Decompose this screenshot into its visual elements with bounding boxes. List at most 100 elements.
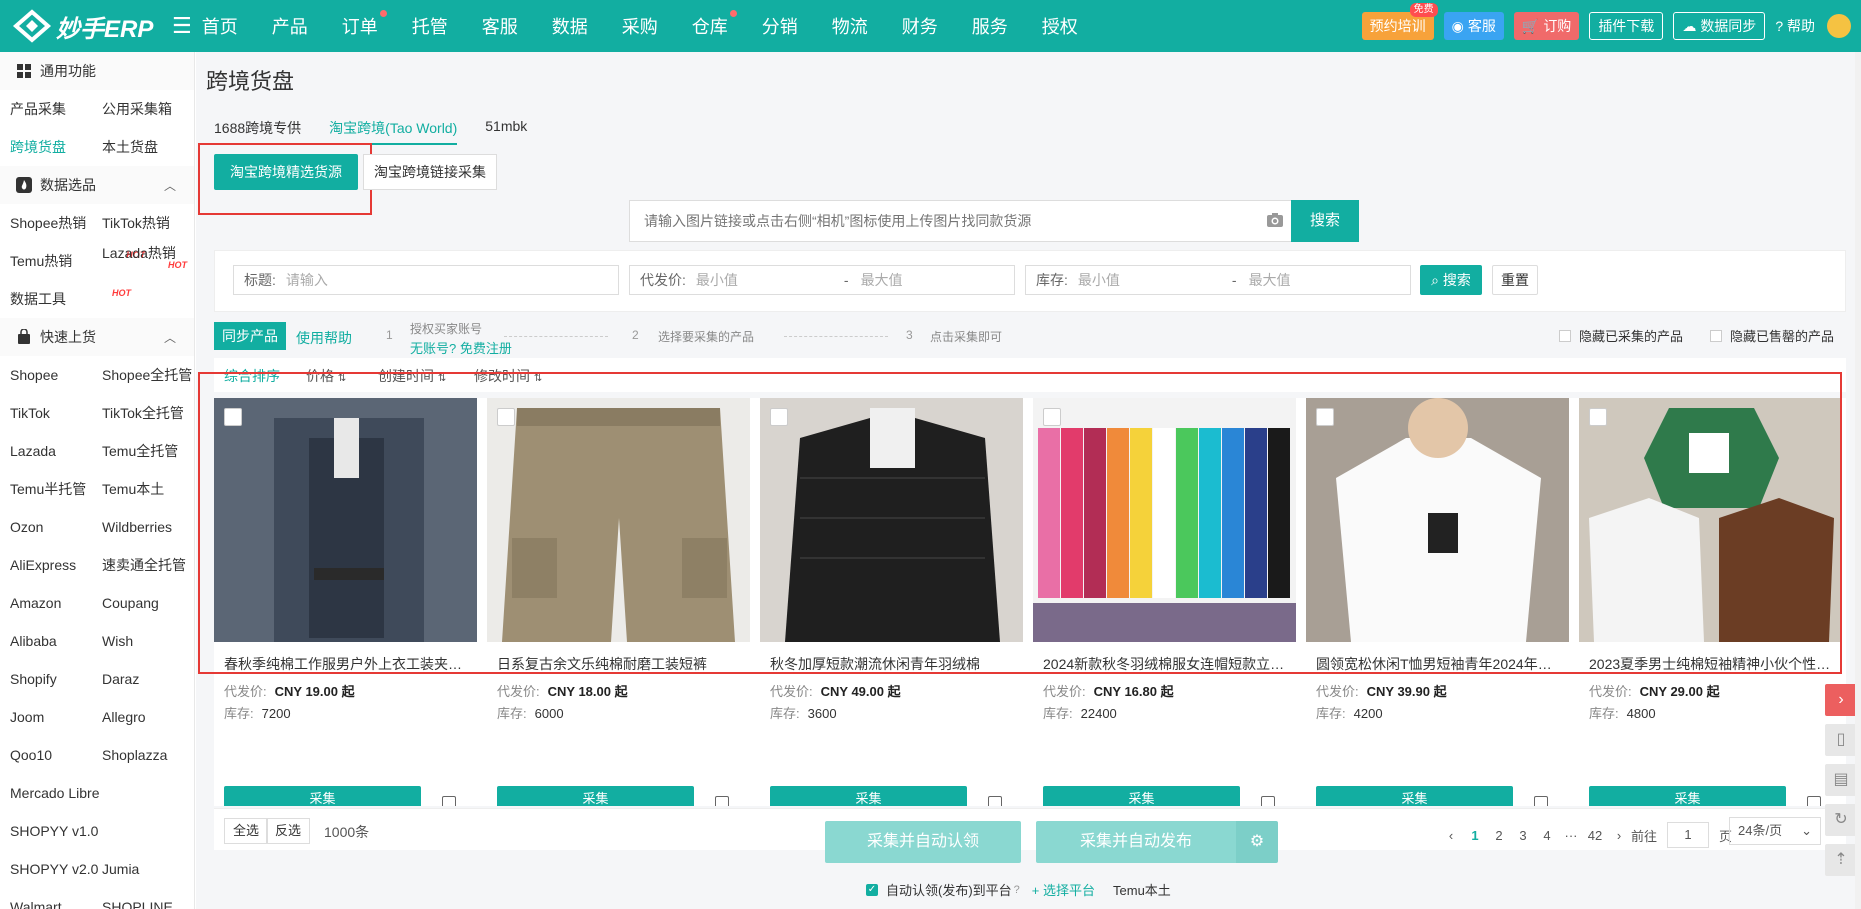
nav-data[interactable]: 数据 (552, 13, 622, 39)
collect-button[interactable]: 采集 (1316, 786, 1513, 806)
nav-authorize[interactable]: 授权 (1042, 13, 1112, 39)
sidebar-item-platform[interactable]: Wish (102, 633, 194, 649)
nav-finance[interactable]: 财务 (902, 13, 972, 39)
sidebar-item-platform[interactable]: 速卖通全托管 (102, 555, 194, 575)
edit-icon[interactable] (988, 796, 1002, 806)
sidebar-item-platform[interactable]: Coupang (102, 595, 194, 611)
sidebar-item-platform[interactable]: Shopee (10, 367, 102, 383)
sidebar-item-platform[interactable]: Shopee全托管 (102, 365, 194, 385)
image-search-button[interactable]: 搜索 (1291, 200, 1359, 242)
collect-button[interactable]: 采集 (770, 786, 967, 806)
sidebar-section-common[interactable]: 通用功能 (0, 52, 194, 90)
sidebar-item-platform[interactable]: TikTok全托管 (102, 403, 194, 423)
camera-icon[interactable] (1266, 212, 1284, 228)
goto-page-input[interactable]: 1 (1667, 822, 1710, 848)
tab-1688[interactable]: 1688跨境专供 (214, 118, 301, 145)
prev-page-icon[interactable]: ‹ (1439, 828, 1463, 843)
filter-search-button[interactable]: ⌕ 搜索 (1420, 265, 1482, 295)
scrollbar[interactable] (1855, 52, 1861, 909)
usage-help-link[interactable]: 使用帮助 (296, 328, 352, 348)
sidebar-item-platform[interactable]: Lazada (10, 443, 102, 459)
page-button[interactable]: 2 (1487, 828, 1511, 843)
page-size-select[interactable]: 24条/页 ⌄ (1729, 817, 1821, 845)
nav-warehouse[interactable]: 仓库 (692, 10, 762, 39)
sidebar-item-product-collect[interactable]: 产品采集 (10, 99, 102, 119)
select-platform-link[interactable]: + 选择平台 (1032, 880, 1095, 899)
tab-taobao[interactable]: 淘宝跨境(Tao World) (329, 118, 458, 145)
sidebar-item-data-tools[interactable]: 数据工具 HOT (10, 288, 131, 309)
register-link[interactable]: 无账号? 免费注册 (410, 338, 512, 357)
sidebar-item-platform[interactable]: Daraz (102, 671, 194, 687)
edit-icon[interactable] (715, 796, 729, 806)
sidebar-item-public-box[interactable]: 公用采集箱 (102, 99, 194, 119)
help-link[interactable]: ? 帮助 (1775, 16, 1815, 36)
nav-order[interactable]: 订单 (342, 10, 412, 39)
sidebar-item-platform[interactable]: Jumia (102, 861, 194, 877)
sidebar-item-shopee-hot[interactable]: Shopee热销 (10, 213, 102, 233)
collect-button[interactable]: 采集 (224, 786, 421, 806)
invert-selection-button[interactable]: 反选 (266, 818, 311, 844)
price-min-input[interactable]: 最小值 (696, 270, 832, 290)
edit-icon[interactable] (1261, 796, 1275, 806)
note-icon[interactable]: ▤ (1825, 764, 1857, 796)
edit-icon[interactable] (1534, 796, 1548, 806)
service-button[interactable]: ◉ 客服 (1443, 12, 1504, 40)
back-to-top-icon[interactable]: ⇡ (1825, 844, 1857, 876)
sidebar-item-platform[interactable]: Qoo10 (10, 747, 102, 763)
page-button[interactable]: 42 (1583, 828, 1607, 843)
tab-51mbk[interactable]: 51mbk (485, 118, 527, 145)
image-search-input[interactable] (630, 201, 1290, 241)
nav-product[interactable]: 产品 (272, 13, 342, 39)
sidebar-item-platform[interactable]: TikTok (10, 405, 102, 421)
sidebar-item-platform[interactable]: Shoplazza (102, 747, 194, 763)
stock-min-input[interactable]: 最小值 (1078, 270, 1220, 290)
nav-home[interactable]: 首页 (202, 13, 272, 39)
sidebar-item-platform[interactable]: Wildberries (102, 519, 194, 535)
sidebar-item-platform[interactable]: Amazon (10, 595, 102, 611)
plugin-download-button[interactable]: 插件下载 (1589, 12, 1664, 40)
page-ellipsis[interactable]: ··· (1559, 828, 1583, 843)
subtab-taobao-selected[interactable]: 淘宝跨境精选货源 (214, 154, 358, 190)
sidebar-item-platform[interactable]: Ozon (10, 519, 102, 535)
refresh-icon[interactable]: ↻ (1825, 804, 1857, 836)
data-sync-button[interactable]: ☁ 数据同步 (1673, 12, 1766, 40)
select-all-button[interactable]: 全选 (224, 818, 269, 844)
nav-service[interactable]: 服务 (972, 13, 1042, 39)
mobile-icon[interactable]: ▯ (1825, 724, 1857, 756)
page-button[interactable]: 4 (1535, 828, 1559, 843)
subtab-taobao-link[interactable]: 淘宝跨境链接采集 (363, 154, 497, 190)
sidebar-item-platform[interactable]: SHOPYY v2.0 (10, 861, 102, 877)
stock-max-input[interactable]: 最大值 (1249, 270, 1291, 290)
sidebar-item-crossborder-supply[interactable]: 跨境货盘 (10, 137, 102, 157)
sidebar-item-platform[interactable]: Temu本土 (102, 479, 194, 499)
checkbox[interactable] (1559, 329, 1571, 342)
sidebar-item-platform[interactable]: SHOPLINE (102, 899, 194, 909)
page-button[interactable]: 3 (1511, 828, 1535, 843)
hide-collected-checkbox[interactable]: 隐藏已采集的产品 (1559, 326, 1683, 345)
sidebar-item-platform[interactable]: Alibaba (10, 633, 102, 649)
training-button[interactable]: 预约培训 免费 (1361, 3, 1438, 40)
title-field[interactable]: 标题: 请输入 (233, 265, 619, 295)
hide-soldout-checkbox[interactable]: 隐藏已售罄的产品 (1710, 326, 1834, 345)
gear-icon[interactable]: ⚙ (1236, 821, 1278, 863)
sidebar-section-quick[interactable]: 快速上货 ︿ (0, 318, 194, 356)
sidebar-section-data[interactable]: 数据选品 ︿ (0, 166, 194, 204)
stock-range-field[interactable]: 库存: 最小值 - 最大值 (1025, 265, 1411, 295)
sidebar-item-lazada-hot[interactable]: Lazada热销HOT (102, 243, 194, 279)
sidebar-item-platform[interactable]: Shopify (10, 671, 102, 687)
sidebar-item-tiktok-hot[interactable]: TikTok热销 (102, 213, 194, 233)
collect-button[interactable]: 采集 (1589, 786, 1786, 806)
question-icon[interactable]: ? (1014, 884, 1020, 896)
collect-button[interactable]: 采集 (497, 786, 694, 806)
nav-hosting[interactable]: 托管 (412, 13, 482, 39)
next-page-icon[interactable]: › (1607, 828, 1631, 843)
collect-claim-button[interactable]: 采集并自动认领 (825, 821, 1021, 863)
auto-claim-checkbox[interactable]: ✓ (866, 883, 878, 896)
sidebar-item-temu-hot[interactable]: Temu热销 HOT (10, 250, 145, 271)
sidebar-item-local-supply[interactable]: 本土货盘 (102, 137, 194, 157)
sidebar-item-platform[interactable]: Mercado Libre (10, 785, 131, 801)
menu-toggle-icon[interactable]: ☰ (172, 13, 192, 39)
filter-reset-button[interactable]: 重置 (1492, 265, 1538, 295)
page-button[interactable]: 1 (1463, 828, 1487, 843)
checkbox[interactable] (1710, 329, 1722, 342)
